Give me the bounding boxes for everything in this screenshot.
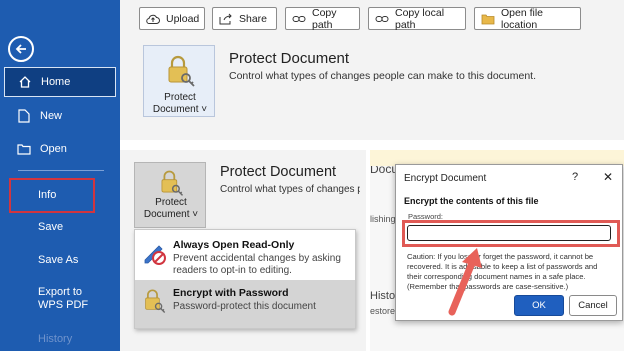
open-file-location-button[interactable]: Open file location	[474, 6, 581, 31]
dialog-title: Encrypt Document	[404, 173, 487, 184]
copy-local-path-button[interactable]: Copy local path	[368, 6, 466, 31]
ok-button[interactable]: OK	[514, 295, 564, 316]
upload-label: Upload	[166, 12, 200, 25]
open-file-location-label: Open file location	[501, 6, 544, 31]
sidebar-item-export-wps-pdf[interactable]: Export to WPS PDF	[4, 282, 104, 316]
encrypt-document-dialog: Encrypt Document ? ✕ Encrypt the content…	[395, 164, 623, 321]
share-button[interactable]: Share	[212, 7, 277, 30]
sidebar-item-label: Export to WPS PDF	[38, 286, 89, 311]
new-document-icon	[16, 108, 32, 124]
copy-path-label: Copy path	[312, 6, 337, 31]
sidebar-divider	[18, 170, 104, 171]
menu-item-description: Prevent accidental changes by asking rea…	[173, 253, 341, 276]
upload-button[interactable]: Upload	[139, 7, 205, 30]
copy-local-path-label: Copy local path	[395, 6, 445, 31]
protect-document-description: Control what types of changes people can…	[229, 70, 537, 82]
protect-document-title: Protect Document	[229, 50, 350, 67]
menu-item-title: Encrypt with Password	[173, 287, 289, 299]
share-icon	[219, 12, 233, 26]
sidebar-item-new[interactable]: New	[4, 101, 116, 131]
backstage-sidebar: Home New Open Info Save Save As Export t…	[0, 0, 120, 351]
annotation-arrow-icon	[448, 248, 482, 316]
sidebar-item-label: Open	[40, 143, 67, 155]
no-edit-pencil-icon	[144, 245, 166, 265]
sidebar-item-label: Home	[41, 76, 71, 88]
menu-item-always-open-read-only[interactable]: Always Open Read-Only Prevent accidental…	[135, 232, 355, 280]
link-icon	[375, 12, 389, 26]
close-icon[interactable]: ✕	[603, 170, 613, 184]
lock-key-icon	[145, 289, 166, 313]
sidebar-item-label: History	[38, 333, 73, 345]
protect-document-menu: Always Open Read-Only Prevent accidental…	[134, 229, 356, 329]
sidebar-item-open[interactable]: Open	[4, 134, 116, 164]
info-highlight-box	[9, 178, 95, 213]
background-text: lishing	[370, 214, 396, 224]
sidebar-item-label: New	[40, 110, 63, 122]
sidebar-item-label: Save As	[38, 254, 79, 266]
sidebar-item-save-as[interactable]: Save As	[4, 245, 116, 275]
protect-document-description: Control what types of changes pe	[220, 184, 360, 195]
lock-key-icon	[161, 170, 184, 196]
protect-document-button[interactable]: Protect Document ˅	[143, 45, 215, 117]
share-label: Share	[239, 12, 268, 25]
sidebar-item-save[interactable]: Save	[4, 212, 116, 242]
protect-document-label: Protect Document ˅	[152, 92, 208, 115]
link-icon	[292, 12, 306, 26]
protect-document-title: Protect Document	[220, 164, 337, 180]
cancel-button[interactable]: Cancel	[569, 295, 617, 316]
menu-item-encrypt-with-password[interactable]: Encrypt with Password Password-protect t…	[135, 280, 355, 328]
sidebar-item-label: Save	[38, 221, 64, 233]
protect-document-button-zoomed[interactable]: Protect Document ˅	[134, 162, 206, 228]
caution-text: Caution: If you lose or forget the passw…	[407, 252, 598, 291]
protect-document-label: Protect Document ˅	[143, 197, 199, 220]
lock-key-icon	[168, 55, 195, 87]
sidebar-item-history[interactable]: History	[4, 324, 116, 354]
sidebar-item-home[interactable]: Home	[4, 67, 116, 97]
menu-item-description: Password-protect this document	[173, 301, 316, 312]
dialog-heading: Encrypt the contents of this file	[404, 196, 539, 206]
menu-item-title: Always Open Read-Only	[173, 239, 295, 251]
folder-icon	[481, 12, 495, 26]
copy-path-button[interactable]: Copy path	[285, 6, 360, 31]
password-highlight-box	[402, 220, 620, 247]
home-icon	[17, 74, 33, 90]
upload-icon	[146, 12, 160, 26]
back-arrow-icon[interactable]	[8, 36, 34, 62]
folder-icon	[16, 141, 32, 157]
help-icon[interactable]: ?	[572, 171, 578, 183]
